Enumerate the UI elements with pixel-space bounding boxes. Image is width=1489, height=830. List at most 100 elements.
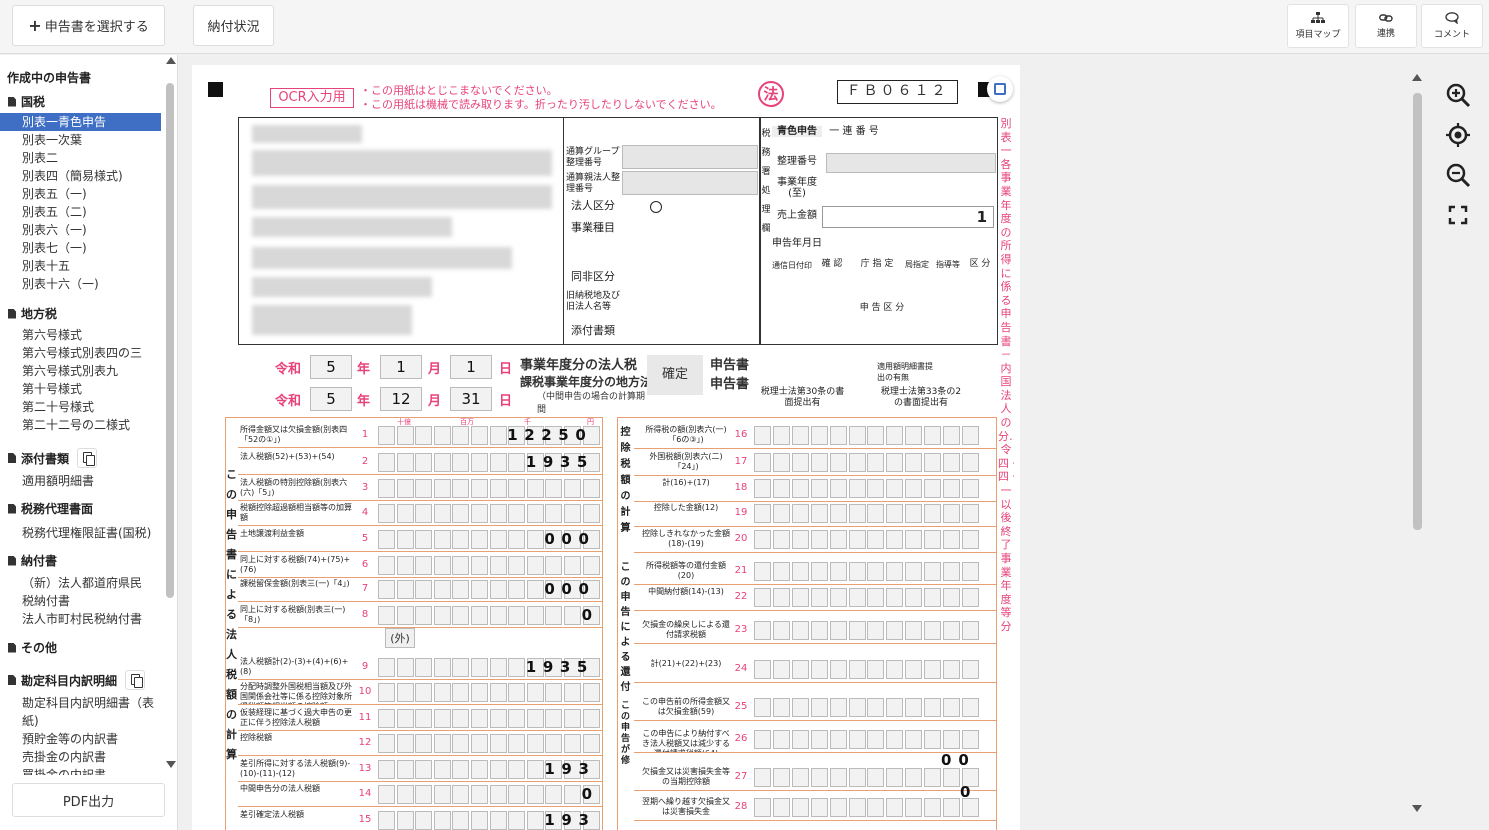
sidebar-item[interactable]: 第六号様式 [22,326,82,344]
digit-cell[interactable] [415,504,433,523]
digit-cell[interactable] [848,621,866,640]
digit-cell[interactable] [924,504,942,523]
digit-cell[interactable] [378,479,395,498]
digit-cell[interactable] [396,759,414,779]
digit-cell[interactable] [489,556,507,575]
digit-cell[interactable] [452,759,470,779]
digit-cell[interactable] [452,580,470,599]
digit-cell[interactable] [886,530,904,549]
digit-cell[interactable] [905,426,923,445]
digit-cell[interactable] [848,730,866,749]
digit-cell[interactable] [961,588,979,607]
digit-cell[interactable] [886,768,904,787]
digit-cell[interactable] [848,504,866,523]
digit-cell[interactable] [772,588,790,607]
digit-cell[interactable] [772,698,790,717]
digit-cell[interactable] [848,698,866,717]
digit-cell[interactable] [415,734,433,753]
digit-cell[interactable] [848,588,866,607]
sidebar-item[interactable]: 別表二 [22,149,58,167]
digit-cell[interactable] [526,785,544,804]
digit-cell[interactable] [791,453,809,472]
digit-cell[interactable] [433,504,451,523]
digit-cell[interactable] [526,734,544,753]
link-button[interactable]: 連携 [1355,4,1417,48]
digit-cell[interactable] [396,580,414,599]
digit-cell[interactable] [452,658,470,677]
digit-cell[interactable] [943,798,960,817]
digit-cell[interactable] [452,734,470,753]
digit-cell[interactable] [415,479,433,498]
scroll-down-arrow[interactable] [166,761,176,768]
digit-cell[interactable] [471,479,488,498]
digit-cell[interactable] [924,479,942,498]
digit-cell[interactable] [396,556,414,575]
sidebar-item[interactable]: 第六号様式別表九 [22,362,118,380]
digit-cell[interactable] [415,580,433,599]
digit-cell[interactable] [378,426,395,445]
digit-cell[interactable] [378,708,395,728]
digit-cell[interactable] [867,530,885,549]
digit-cell[interactable] [848,798,866,817]
zoom-in-button[interactable] [1438,75,1478,115]
digit-cell[interactable] [471,658,488,677]
digit-cell[interactable] [829,530,847,549]
digit-cell[interactable] [415,426,433,445]
digit-cell[interactable] [886,562,904,581]
digit-cell[interactable] [508,479,526,498]
digit-cell[interactable] [508,606,526,625]
digit-cell[interactable] [867,660,885,679]
digit-cell[interactable] [754,562,771,581]
digit-cell[interactable] [415,606,433,625]
digit-cell[interactable] [905,730,923,749]
digit-cell[interactable] [848,530,866,549]
digit-cell[interactable] [582,734,600,753]
digit-cell[interactable] [791,730,809,749]
digit-cell[interactable] [867,621,885,640]
digit-cell[interactable] [508,708,526,728]
digit-cell[interactable] [433,759,451,779]
digit-cell[interactable] [545,556,563,575]
digit-cell[interactable] [829,479,847,498]
digit-cell[interactable] [943,698,960,717]
digit-cell[interactable] [829,453,847,472]
digit-cell[interactable] [471,683,488,702]
digit-cell[interactable] [810,562,828,581]
digit-cell[interactable] [754,798,771,817]
digit-cell[interactable] [452,683,470,702]
digit-cell[interactable] [961,660,979,679]
digit-cell[interactable] [810,504,828,523]
digit-cell[interactable] [378,810,395,830]
sidebar-scroll-thumb[interactable] [166,83,174,598]
digit-cell[interactable] [452,453,470,472]
seiri-field[interactable] [826,153,996,173]
digit-cell[interactable] [433,479,451,498]
digit-cell[interactable] [810,530,828,549]
digit-cell[interactable] [754,426,771,445]
digit-cell[interactable] [848,768,866,787]
category-kokuzei[interactable]: 国税 [8,93,45,110]
sidebar-item[interactable]: 第十号様式 [22,380,82,398]
digit-cell[interactable] [526,606,544,625]
digit-cell[interactable] [772,621,790,640]
payment-status-tab[interactable]: 納付状況 [193,5,274,46]
digit-cell[interactable] [772,730,790,749]
digit-cell[interactable] [564,556,581,575]
digit-cell[interactable] [378,504,395,523]
digit-cell[interactable] [489,785,507,804]
copy-icon[interactable] [125,670,146,690]
digit-cell[interactable] [754,698,771,717]
digit-cell[interactable] [905,621,923,640]
digit-cell[interactable] [452,606,470,625]
digit-cell[interactable] [526,479,544,498]
category-chihouzei[interactable]: 地方税 [8,305,57,322]
digit-cell[interactable] [754,621,771,640]
digit-cell[interactable] [810,479,828,498]
digit-cell[interactable] [545,479,563,498]
sidebar-item[interactable]: 勘定科目内訳明細書（表紙) [22,694,157,730]
digit-cell[interactable] [905,588,923,607]
digit-cell[interactable] [924,660,942,679]
digit-cell[interactable] [943,621,960,640]
digit-cell[interactable] [791,621,809,640]
end-month[interactable]: 12 [380,387,422,411]
